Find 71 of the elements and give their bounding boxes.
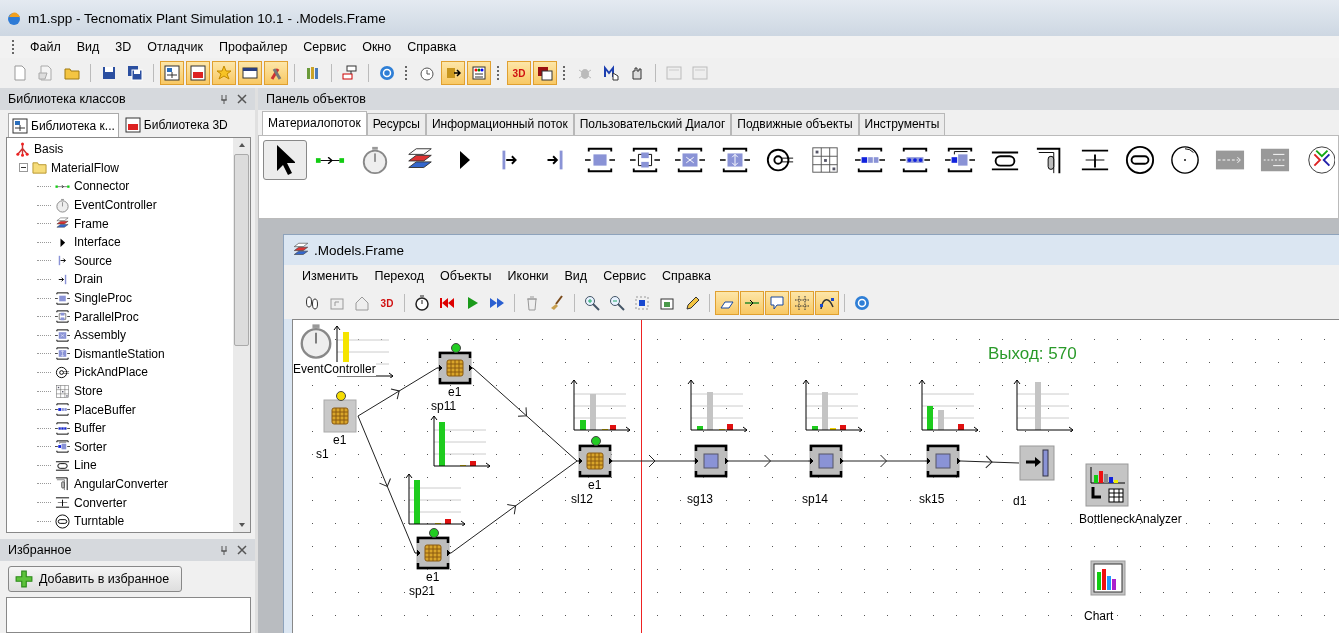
tab-label: Библиотека 3D [143, 118, 228, 132]
tree-label[interactable]: DismantleStation [74, 346, 165, 361]
tree-label: Basis [34, 142, 64, 157]
add-favorite-button[interactable]: Добавить в избранное [8, 566, 183, 592]
panel-title: Панель объектов [266, 92, 366, 106]
tree-label[interactable]: MaterialFlow [51, 160, 119, 175]
view-3d-button[interactable]: 3D [507, 61, 531, 85]
tree-label[interactable]: EventController [74, 198, 157, 213]
window-title: m1.spp - Tecnomatix Plant Simulation 10.1 - .Models.Frame [28, 10, 386, 26]
menu-item[interactable]: Объекты [434, 267, 498, 285]
node-label: EventController [293, 362, 376, 376]
tree-label[interactable]: Connector [74, 179, 130, 194]
tree-label[interactable]: Source [74, 253, 113, 268]
menu-item[interactable]: 3D [109, 38, 138, 56]
node-label: s1 [316, 447, 329, 461]
menu-item[interactable]: Файл [24, 38, 67, 56]
frame-title: .Models.Frame [314, 242, 405, 258]
panel-title: Библиотека классов [8, 92, 126, 106]
node-label: sp21 [409, 584, 436, 598]
node-label: Chart [1084, 609, 1114, 623]
tree-label[interactable]: Buffer [74, 421, 106, 436]
library-tab[interactable]: Библиотека к... [8, 113, 119, 137]
panel-tab[interactable]: Инструменты [858, 113, 946, 135]
tree-label[interactable]: Converter [74, 495, 127, 510]
menu-item[interactable]: Сервис [297, 38, 353, 56]
menu-item[interactable]: Иконки [501, 267, 555, 285]
part-label: e1 [426, 571, 440, 583]
menu-item[interactable]: Отладчик [141, 38, 210, 56]
part-label: e1 [448, 386, 462, 398]
node-label: BottleneckAnalyzer [1079, 512, 1182, 526]
tree-label[interactable]: ParallelProc [74, 309, 139, 324]
menu-item[interactable]: Справка [655, 267, 717, 285]
tree-label[interactable]: SingleProc [74, 291, 133, 306]
part-label: e1 [588, 479, 602, 491]
tree-label[interactable]: Line [74, 458, 97, 473]
menu-item[interactable]: Вид [558, 267, 594, 285]
tree-label[interactable]: Interface [74, 235, 121, 250]
node-label: sl12 [571, 492, 593, 506]
tree-label[interactable]: PlaceBuffer [74, 402, 136, 417]
library-tab[interactable]: Библиотека 3D [120, 113, 232, 137]
menu-item[interactable]: Изменить [296, 267, 365, 285]
menu-item[interactable]: Вид [70, 38, 106, 56]
menu-item[interactable]: Переход [368, 267, 431, 285]
panel-title: Избранное [8, 543, 72, 557]
output-counter: Выход: 570 [988, 344, 1077, 364]
panel-tab[interactable]: Подвижные объекты [731, 113, 859, 135]
tree-label[interactable]: AngularConverter [74, 477, 169, 491]
node-label: sp14 [802, 492, 829, 506]
menu-item[interactable]: Окно [356, 38, 398, 56]
tree-label[interactable]: Store [74, 384, 103, 398]
menu-item[interactable]: Сервис [597, 267, 652, 285]
node-label: d1 [1013, 494, 1027, 508]
tree-item[interactable]: Basis [7, 140, 233, 159]
tree-label[interactable]: Drain [74, 272, 103, 287]
part-label: e1 [333, 434, 347, 446]
view-3d-button[interactable]: 3D [375, 291, 399, 315]
node-label: sk15 [919, 492, 945, 506]
panel-tab[interactable]: Пользовательский Диалог [573, 113, 732, 135]
node-label: sp11 [431, 399, 457, 413]
menu-item[interactable]: Профайлер [213, 38, 294, 56]
tree-label[interactable]: Sorter [74, 439, 107, 454]
tree-label[interactable]: Turntable [74, 514, 125, 529]
node-label: sg13 [687, 492, 714, 506]
tree-label[interactable]: PickAndPlace [74, 365, 149, 380]
tab-label: Библиотека к... [31, 118, 115, 133]
panel-tab[interactable]: Материалопоток [262, 111, 367, 135]
tree-label[interactable]: Assembly [74, 328, 126, 343]
menu-item[interactable]: Справка [401, 38, 463, 56]
panel-tab[interactable]: Информационный поток [425, 113, 574, 135]
panel-tab[interactable]: Ресурсы [366, 113, 426, 135]
tree-label[interactable]: Frame [74, 216, 109, 231]
